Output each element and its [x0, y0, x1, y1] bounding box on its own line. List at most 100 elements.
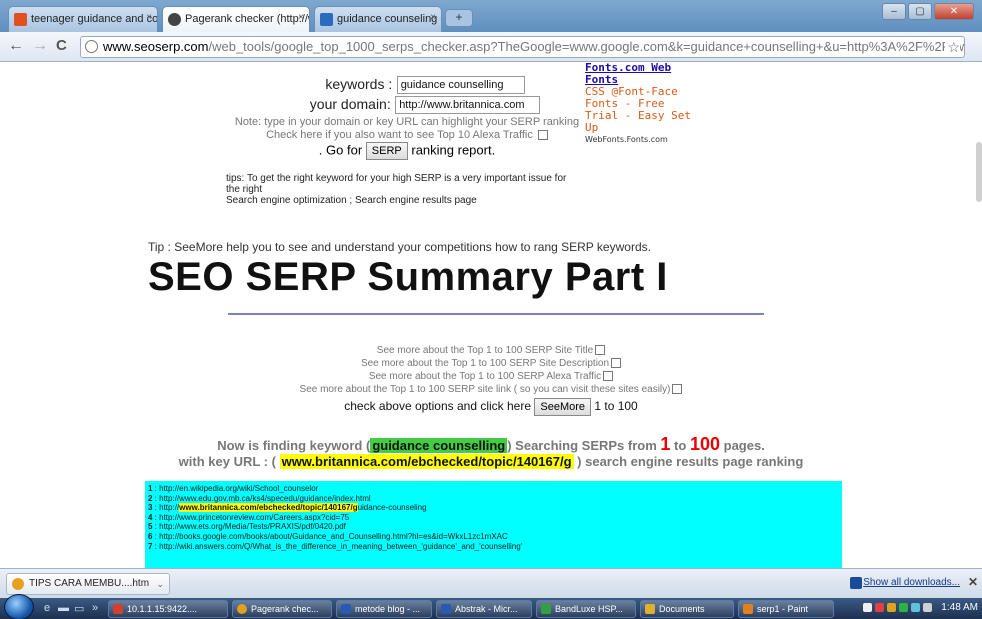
clock[interactable]: 1:48 AM: [941, 602, 978, 613]
tray-app-icon[interactable]: [875, 603, 884, 612]
option-checkbox[interactable]: [603, 371, 614, 382]
url-host: www.seoserp.com: [103, 39, 209, 54]
list-item[interactable]: 1 : http://en.wikipedia.org/wiki/School_…: [148, 484, 839, 494]
list-item[interactable]: 4 : http://www.princetonreview.com/Caree…: [148, 513, 839, 523]
list-item[interactable]: 7 : http://wiki.answers.com/Q/What_is_th…: [148, 542, 839, 552]
taskbar-item-word-abstrak[interactable]: Abstrak - Micr...: [436, 600, 532, 618]
ie-quicklaunch-icon[interactable]: e: [44, 602, 50, 614]
tab-guidance-counseling[interactable]: guidance counseling -- Brit ×: [314, 6, 442, 32]
page-viewport: keywords : guidance counselling your dom…: [0, 62, 982, 568]
chrome-download-icon: [12, 578, 24, 590]
tab-close-icon[interactable]: ×: [430, 12, 436, 23]
ad-title[interactable]: Fonts.com Web Fonts: [585, 62, 695, 86]
tab-close-icon[interactable]: ×: [146, 12, 152, 23]
keywords-row: keywords : guidance counselling: [270, 76, 580, 94]
result-url-highlight[interactable]: www.britannica.com/ebchecked/topic/14016…: [179, 503, 358, 513]
download-bar-close-icon[interactable]: ✕: [968, 575, 978, 589]
bookmark-star-icon[interactable]: ☆: [945, 37, 960, 57]
tray-app-icon[interactable]: [887, 603, 896, 612]
maximize-button[interactable]: ▢: [908, 3, 932, 20]
finding-url-prefix: with key URL : (: [178, 454, 276, 469]
seemore-tip: Tip : SeeMore help you to see and unders…: [148, 240, 651, 254]
serp-button[interactable]: SERP: [365, 142, 408, 160]
tab-favicon-icon: [320, 13, 333, 26]
taskbar-item-documents[interactable]: Documents: [640, 600, 734, 618]
window-controls: ‒ ▢ ✕: [882, 3, 974, 20]
option-checkbox[interactable]: [611, 358, 622, 369]
keywords-input[interactable]: guidance counselling: [396, 76, 525, 94]
taskbar-item-word-blog[interactable]: metode blog - ...: [336, 600, 432, 618]
result-url[interactable]: http://en.wikipedia.org/wiki/School_coun…: [159, 484, 318, 493]
keywords-label: keywords :: [325, 76, 393, 93]
download-item[interactable]: TIPS CARA MEMBU....htm ⌄: [6, 573, 170, 595]
result-url-suffix[interactable]: uidance-counseling: [358, 503, 427, 512]
show-all-downloads-link[interactable]: Show all downloads...: [863, 577, 960, 588]
finding-to: 100: [689, 434, 720, 454]
tray-app-icon[interactable]: [899, 603, 908, 612]
page-title: SEO SERP Summary Part I: [148, 255, 668, 299]
fonts-ad[interactable]: Fonts.com Web Fonts CSS @Font-Face Fonts…: [585, 62, 695, 146]
option-label: See more about the Top 1 to 100 SERP sit…: [299, 384, 671, 395]
tab-teenager-guidance[interactable]: teenager guidance and cou ×: [8, 6, 158, 32]
explorer-quicklaunch-icon[interactable]: ▬: [58, 602, 69, 614]
domain-row: your domain: http://www.britannica.com: [270, 96, 580, 114]
finding-prefix: Now is finding keyword (: [217, 438, 371, 453]
start-button[interactable]: [4, 594, 34, 619]
download-menu-arrow-icon[interactable]: ⌄: [156, 574, 164, 594]
taskbar-item-ie[interactable]: 10.1.1.15:9422....: [108, 600, 228, 618]
network-icon[interactable]: [911, 603, 920, 612]
tab-favicon-icon: [168, 13, 181, 26]
desktop-quicklaunch-icon[interactable]: ▭: [74, 602, 84, 615]
result-url[interactable]: http://wiki.answers.com/Q/What_is_the_di…: [159, 542, 522, 551]
ad-url[interactable]: WebFonts.Fonts.com: [585, 134, 695, 146]
minimize-button[interactable]: ‒: [882, 3, 906, 20]
taskbar-item-chrome[interactable]: Pagerank chec...: [232, 600, 332, 618]
finding-keyword-line: Now is finding keyword (guidance counsel…: [0, 434, 982, 455]
url-path: /web_tools/google_top_1000_serps_checker…: [208, 39, 965, 54]
domain-note: Note: type in your domain or key URL can…: [234, 116, 580, 128]
taskbar-label: 10.1.1.15:9422....: [127, 604, 198, 614]
tab-label: teenager guidance and cou: [31, 13, 158, 25]
volume-icon[interactable]: [923, 603, 932, 612]
back-button[interactable]: ←: [8, 37, 24, 55]
tab-label: guidance counseling -- Brit: [337, 13, 441, 25]
quicklaunch-overflow[interactable]: »: [92, 602, 98, 614]
tips-line: Search engine optimization ; Search engi…: [226, 195, 477, 206]
option-site-title: See more about the Top 1 to 100 SERP Sit…: [0, 344, 982, 357]
list-item[interactable]: 2 : http://www.edu.gov.mb.ca/ks4/specedu…: [148, 494, 839, 504]
new-tab-button[interactable]: +: [445, 9, 473, 27]
finding-url-suffix: ) search engine results page ranking: [577, 454, 804, 469]
tab-label: Pagerank checker (http://w: [185, 13, 310, 25]
seemore-row: check above options and click here SeeMo…: [0, 398, 982, 416]
alexa-checkbox[interactable]: [537, 130, 548, 141]
result-rank: 4: [148, 512, 153, 522]
result-rank: 7: [148, 541, 153, 551]
taskbar-label: serp1 - Paint: [757, 604, 809, 614]
option-checkbox[interactable]: [672, 384, 683, 395]
taskbar-label: Abstrak - Micr...: [455, 604, 518, 614]
taskbar-item-paint[interactable]: serp1 - Paint: [738, 600, 834, 618]
tab-pagerank-checker[interactable]: Pagerank checker (http://w ×: [162, 6, 310, 32]
scrollbar-thumb[interactable]: [976, 142, 982, 202]
option-checkbox[interactable]: [595, 345, 606, 356]
tab-close-icon[interactable]: ×: [298, 12, 304, 23]
domain-input[interactable]: http://www.britannica.com: [395, 96, 541, 114]
taskbar-item-bandluxe[interactable]: BandLuxe HSP...: [536, 600, 636, 618]
results-list: 1 : http://en.wikipedia.org/wiki/School_…: [145, 481, 842, 568]
result-url-prefix[interactable]: http://: [159, 503, 179, 512]
seemore-button[interactable]: SeeMore: [534, 398, 592, 416]
list-item[interactable]: 6 : http://books.google.com/books/about/…: [148, 532, 839, 542]
list-item[interactable]: 3 : http://www.britannica.com/ebchecked/…: [148, 503, 839, 513]
option-site-link: See more about the Top 1 to 100 SERP sit…: [0, 383, 982, 396]
result-url[interactable]: http://www.edu.gov.mb.ca/ks4/specedu/gui…: [159, 494, 371, 503]
tray-expand-icon[interactable]: [863, 603, 872, 612]
reload-button[interactable]: C: [56, 37, 67, 54]
close-window-button[interactable]: ✕: [934, 3, 974, 20]
result-url[interactable]: http://www.ets.org/Media/Tests/PRAXIS/pd…: [159, 522, 346, 531]
result-url[interactable]: http://books.google.com/books/about/Guid…: [159, 532, 508, 541]
list-item[interactable]: 5 : http://www.ets.org/Media/Tests/PRAXI…: [148, 522, 839, 532]
address-bar[interactable]: www.seoserp.com/web_tools/google_top_100…: [80, 36, 965, 58]
forward-button[interactable]: →: [32, 37, 48, 55]
navigation-bar: ← → C www.seoserp.com/web_tools/google_t…: [0, 32, 982, 62]
result-url[interactable]: http://www.princetonreview.com/Careers.a…: [159, 513, 349, 522]
